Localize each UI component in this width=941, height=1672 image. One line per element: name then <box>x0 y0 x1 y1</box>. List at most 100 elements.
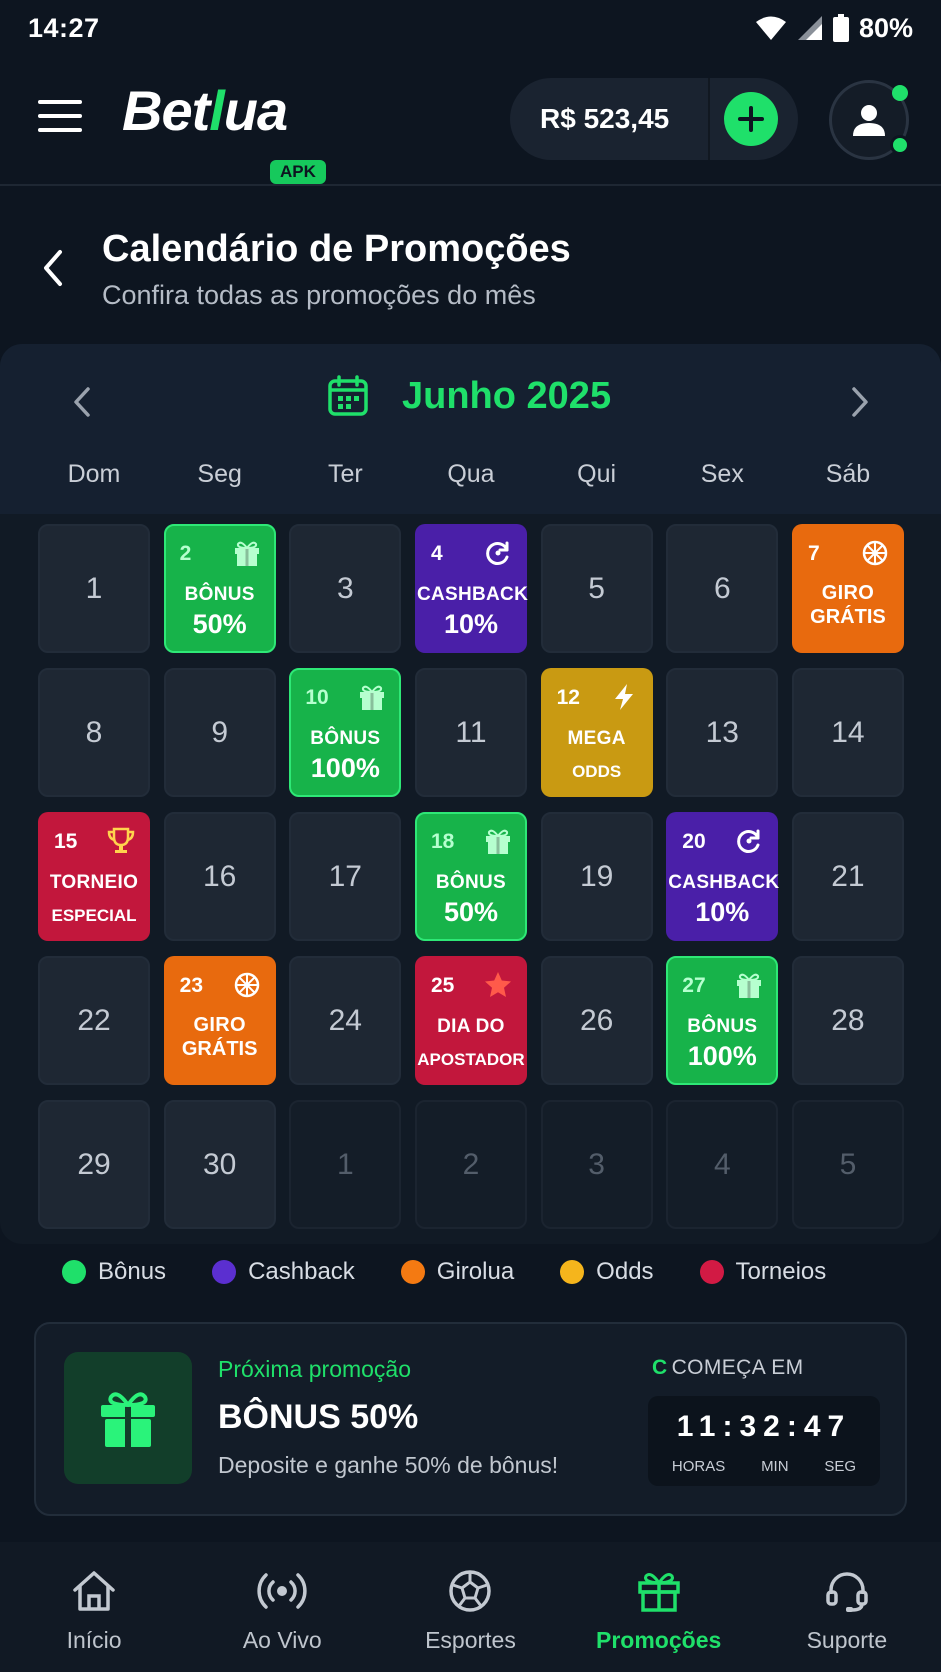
app-header: Betlua APK R$ 523,45 <box>0 56 941 186</box>
hamburger-icon <box>38 100 82 104</box>
nav-item-broadcast[interactable]: Ao Vivo <box>197 1542 367 1672</box>
day-number: 3 <box>588 1147 605 1181</box>
day-number: 1 <box>336 1147 354 1181</box>
user-icon <box>853 105 885 136</box>
legend-item: Torneios <box>699 1258 826 1286</box>
legend-dot <box>212 1260 237 1284</box>
nav-item-headset[interactable]: Suporte <box>762 1542 932 1672</box>
starts-text: COMEÇA EM <box>671 1356 804 1379</box>
calendar-day[interactable]: 19 <box>540 812 653 941</box>
promo-day-bonus[interactable]: 10 BÔNUS 100% <box>289 668 402 797</box>
promo-label: BÔNUS <box>184 584 255 605</box>
hamburger-icon-line <box>38 114 82 118</box>
calendar-day-next-month[interactable]: 5 <box>791 1100 904 1229</box>
day-number: 15 <box>54 830 78 853</box>
calendar-day[interactable]: 29 <box>38 1100 150 1229</box>
calendar-day-next-month[interactable]: 2 <box>414 1100 527 1229</box>
chevron-right-icon <box>852 387 868 417</box>
promo-value: 10% <box>695 897 750 927</box>
legend-item: Girolua <box>400 1258 515 1286</box>
calendar-day[interactable]: 16 <box>163 812 276 941</box>
promo-day-bonus[interactable]: 2 BÔNUS 50% <box>163 524 276 653</box>
promo-day-odds[interactable]: 12 MEGA ODDS <box>540 668 653 797</box>
calendar-day[interactable]: 22 <box>38 956 150 1085</box>
nav-label: Promoções <box>596 1627 722 1653</box>
weekday-label: Sex <box>700 460 744 488</box>
calendar-day[interactable]: 1 <box>38 524 150 653</box>
calendar-day[interactable]: 24 <box>289 956 402 1085</box>
promo-day-cashback[interactable]: 20 CASHBACK 10% <box>666 812 779 941</box>
promo-day-cashback[interactable]: 4 CASHBACK 10% <box>414 524 529 653</box>
back-button[interactable] <box>38 248 74 288</box>
next-month-button[interactable] <box>840 378 880 426</box>
weekday-label: Sáb <box>825 460 871 488</box>
nav-item-gift[interactable]: Promoções <box>574 1542 744 1672</box>
gift-icon <box>483 826 513 856</box>
bottom-navigation: Início Ao Vivo Esportes Promoções Suporte <box>0 1542 941 1672</box>
promo-value: 50% <box>192 609 247 639</box>
calendar-day-next-month[interactable]: 4 <box>666 1100 779 1229</box>
page-title: Calendário de Promoções <box>102 228 571 270</box>
weekday-label: Dom <box>67 460 121 488</box>
refresh-icon <box>734 826 764 856</box>
calendar-day[interactable]: 26 <box>540 956 653 1085</box>
promo-day-bonus[interactable]: 18 BÔNUS 50% <box>414 812 527 941</box>
legend-dot <box>560 1260 585 1284</box>
logo-part: Bet <box>122 79 210 142</box>
calendar-day[interactable]: 6 <box>666 524 779 653</box>
calendar-day[interactable]: 11 <box>414 668 527 797</box>
promo-value: GRÁTIS <box>810 606 886 628</box>
legend-dot <box>699 1260 724 1284</box>
day-number: 21 <box>831 859 865 893</box>
promo-label: CASHBACK <box>416 584 529 605</box>
promo-day-torneio[interactable]: 15 TORNEIO ESPECIAL <box>38 812 150 941</box>
calendar-day[interactable]: 5 <box>540 524 653 653</box>
promo-value: GRÁTIS <box>181 1038 258 1060</box>
next-promo-title: BÔNUS 50% <box>218 1398 419 1436</box>
calendar-day[interactable]: 30 <box>163 1100 276 1229</box>
promo-day-bonus[interactable]: 27 BÔNUS 100% <box>666 956 779 1085</box>
weekday-row: Dom Seg Ter Qua Qui Sex Sáb <box>38 460 904 489</box>
calendar-day[interactable]: 21 <box>791 812 904 941</box>
nav-item-soccer-ball[interactable]: Esportes <box>385 1542 555 1672</box>
promo-value: ODDS <box>572 762 622 781</box>
calendar-day[interactable]: 8 <box>38 668 150 797</box>
legend-label: Girolua <box>436 1258 515 1285</box>
day-number: 11 <box>455 715 487 749</box>
promo-value: 100% <box>310 753 380 783</box>
status-icons: 80% <box>755 13 913 44</box>
calendar-week-row: 22 23 GIRO GRÁTIS 24 25 DIA DO APOSTADOR 26 27 BÔN… <box>38 956 904 1085</box>
nav-item-home[interactable]: Início <box>9 1542 179 1672</box>
calendar-day[interactable]: 13 <box>666 668 779 797</box>
gift-icon <box>734 970 764 1000</box>
calendar-day-next-month[interactable]: 1 <box>289 1100 402 1229</box>
profile-button[interactable] <box>829 80 910 160</box>
deposit-button[interactable] <box>724 92 778 146</box>
day-number: 2 <box>462 1147 480 1181</box>
prev-month-button[interactable] <box>62 378 102 426</box>
broadcast-icon <box>257 1566 307 1621</box>
balance-pill[interactable]: R$ 523,45 <box>510 78 798 160</box>
day-number: 5 <box>839 1147 857 1181</box>
soccer-ball-icon <box>445 1566 495 1621</box>
logo[interactable]: Betlua APK <box>122 78 342 184</box>
calendar-day[interactable]: 17 <box>289 812 402 941</box>
promo-day-torneio[interactable]: 25 DIA DO APOSTADOR <box>414 956 527 1085</box>
promo-day-girolua[interactable]: 23 GIRO GRÁTIS <box>163 956 276 1085</box>
promo-label: MEGA <box>567 728 626 749</box>
next-promo-card[interactable]: Próxima promoção BÔNUS 50% Deposite e ga… <box>34 1322 907 1516</box>
countdown-units: HORAS MIN SEG <box>648 1458 880 1475</box>
starts-prefix: C <box>652 1356 668 1379</box>
calendar-day[interactable]: 3 <box>289 524 402 653</box>
online-dot <box>892 85 908 101</box>
legend-dot <box>62 1260 86 1284</box>
calendar-day[interactable]: 9 <box>163 668 276 797</box>
calendar-day[interactable]: 14 <box>791 668 904 797</box>
calendar-day[interactable]: 28 <box>791 956 904 1085</box>
promo-day-girolua[interactable]: 7 GIRO GRÁTIS <box>791 524 904 653</box>
wifi-icon <box>755 16 786 40</box>
battery-icon <box>832 14 849 42</box>
menu-button[interactable] <box>38 100 82 136</box>
day-number: 29 <box>77 1147 111 1181</box>
calendar-day-next-month[interactable]: 3 <box>540 1100 653 1229</box>
